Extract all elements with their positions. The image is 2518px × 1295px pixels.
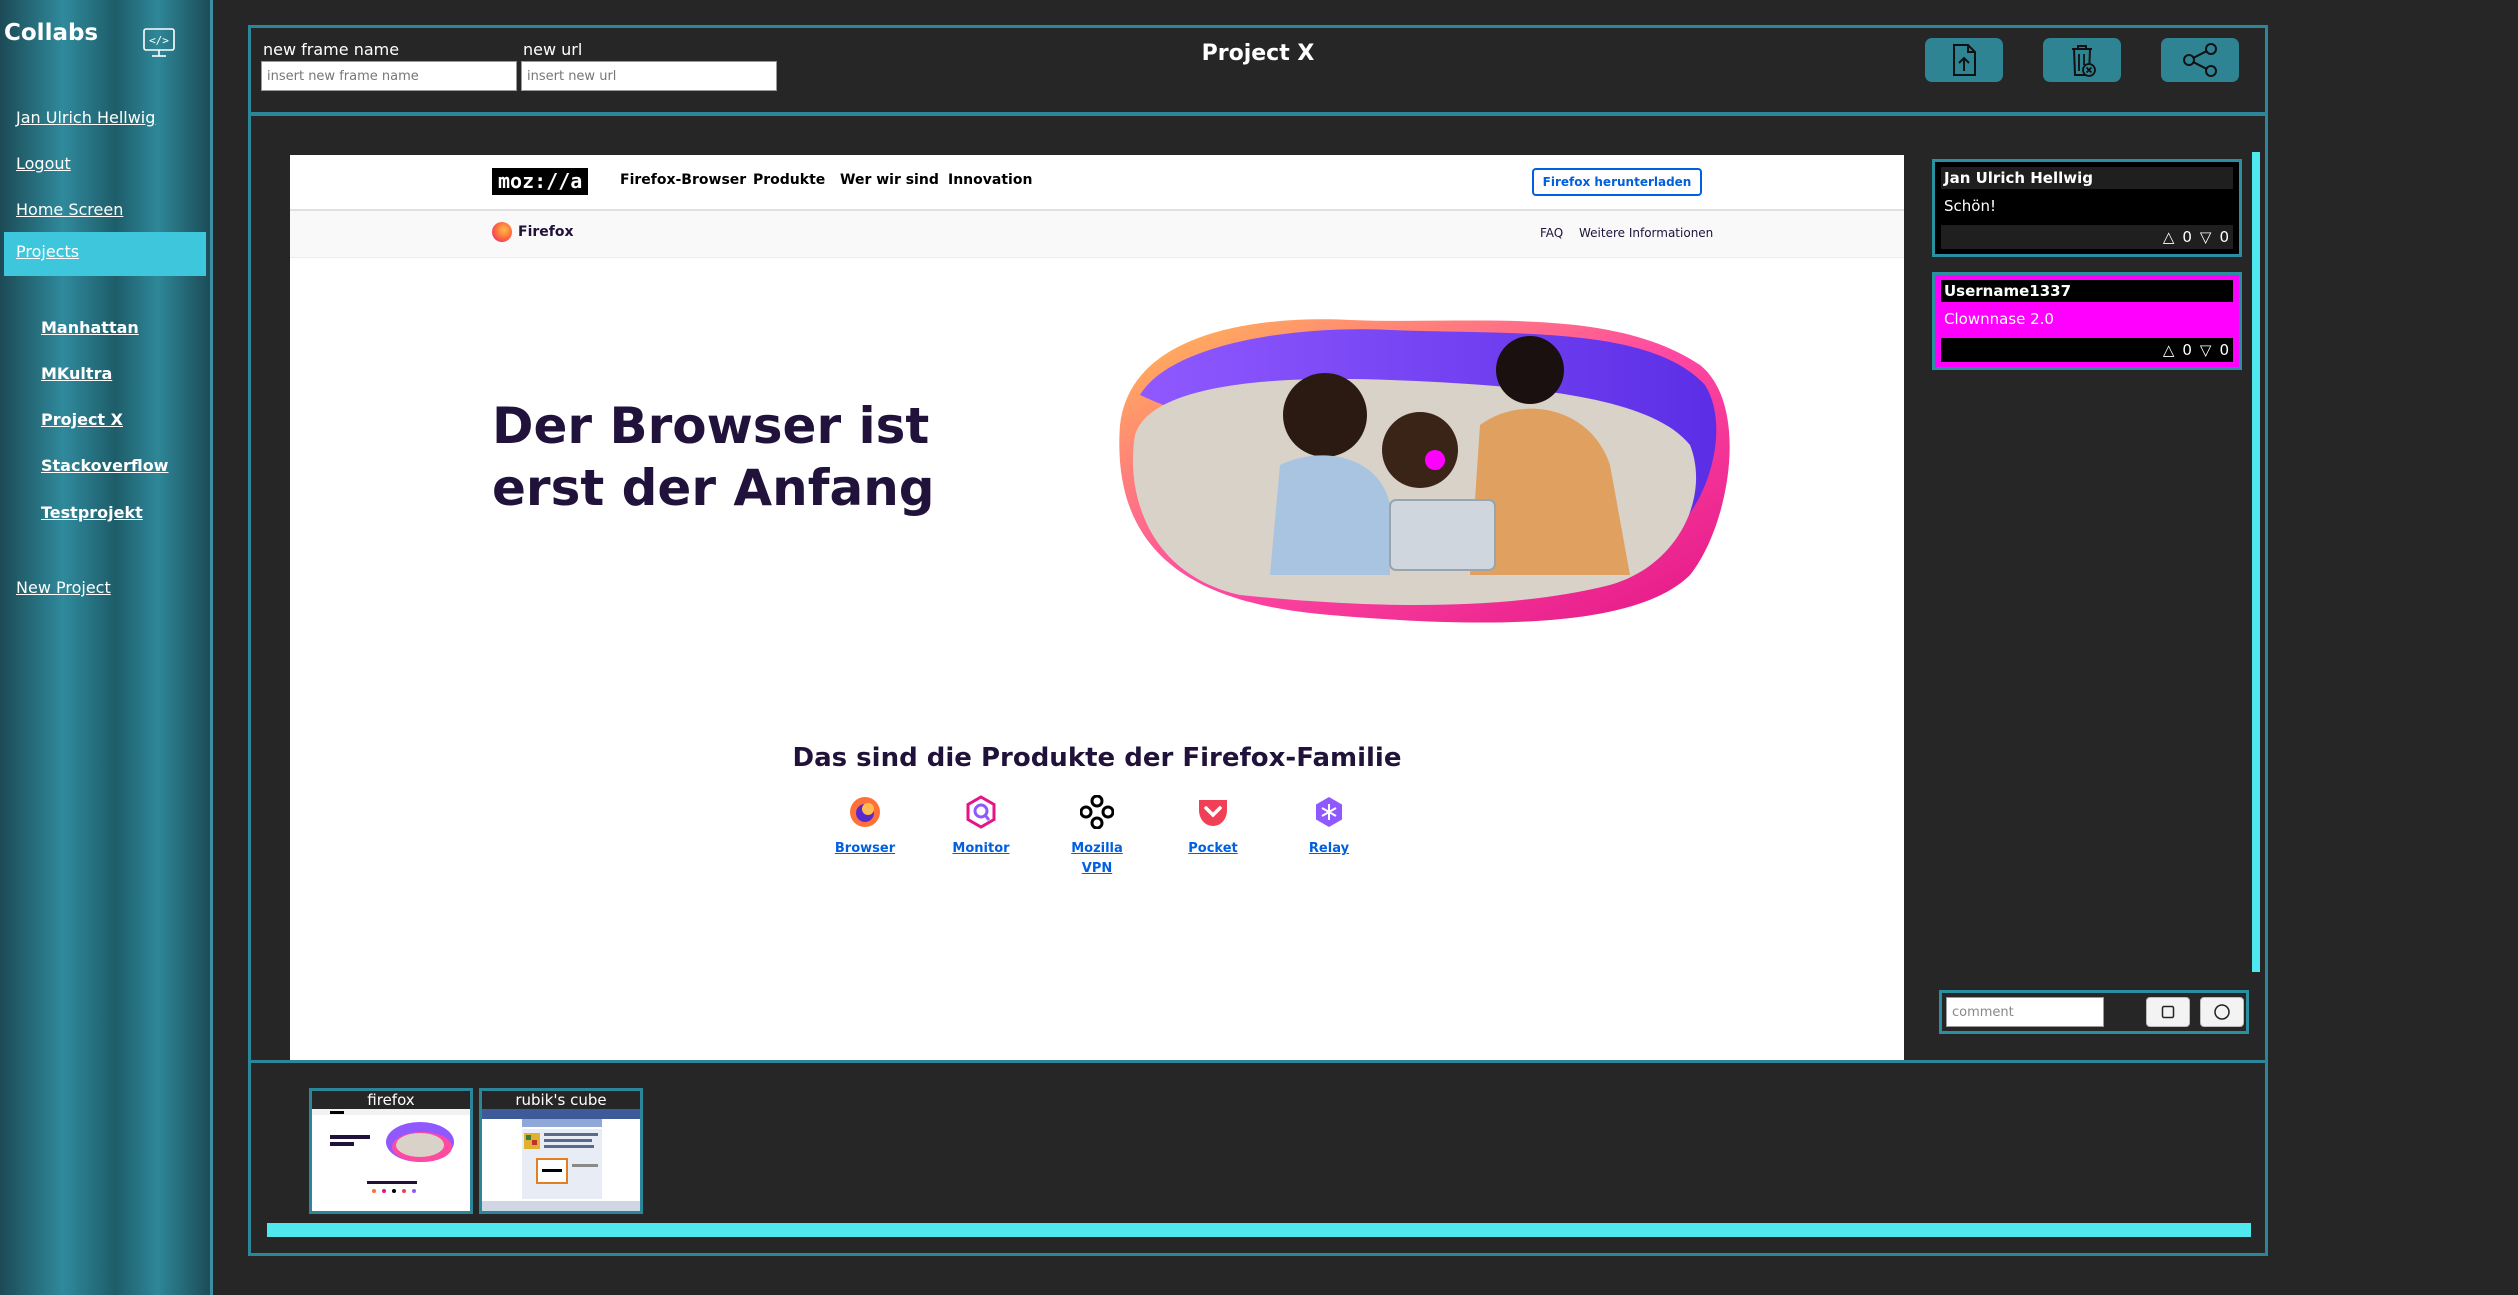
product-browser[interactable]: Browser: [825, 795, 905, 859]
product-pocket[interactable]: Pocket: [1173, 795, 1253, 859]
app-title: Collabs: [4, 20, 99, 46]
downvote-icon[interactable]: ▽: [2200, 228, 2212, 246]
website-frame[interactable]: moz://a Firefox-Browser Produkte Wer wir…: [290, 155, 1904, 1060]
downvote-count: 0: [2219, 228, 2229, 246]
logout-link[interactable]: Logout: [16, 154, 71, 173]
square-icon: [2161, 1005, 2175, 1019]
frame-thumbnail-preview: [482, 1109, 640, 1211]
frame-thumbnail-firefox[interactable]: firefox: [309, 1088, 473, 1214]
downvote-count: 0: [2219, 341, 2229, 359]
share-icon: [2183, 43, 2217, 77]
delete-button[interactable]: [2043, 38, 2121, 82]
monitor-icon: [966, 795, 996, 829]
comment-bar: [1939, 990, 2249, 1034]
mozilla-nav: moz://a Firefox-Browser Produkte Wer wir…: [290, 155, 1904, 211]
project-link-project-x[interactable]: Project X: [41, 410, 123, 429]
new-project-link[interactable]: New Project: [16, 578, 111, 597]
mozilla-logo[interactable]: moz://a: [492, 168, 589, 195]
product-vpn[interactable]: Mozilla VPN: [1057, 794, 1137, 879]
comment-user: Jan Ulrich Hellwig: [1941, 167, 2233, 189]
square-shape-button[interactable]: [2146, 997, 2190, 1027]
project-link-stackoverflow[interactable]: Stackoverflow: [41, 456, 168, 475]
more-info-link[interactable]: Weitere Informationen: [1579, 226, 1713, 240]
comment-input[interactable]: [1946, 997, 2104, 1027]
comment-votes: △ 0 ▽ 0: [1941, 338, 2233, 362]
product-monitor[interactable]: Monitor: [941, 795, 1021, 859]
relay-icon: [1316, 797, 1342, 827]
delete-trash-icon: [2072, 45, 2096, 77]
project-link-testprojekt[interactable]: Testprojekt: [41, 503, 143, 522]
firefox-logo-icon: [492, 222, 512, 242]
nav-firefox-browser[interactable]: Firefox-Browser: [620, 172, 746, 188]
hero-heading: Der Browser ist erst der Anfang: [492, 397, 935, 517]
circle-shape-button[interactable]: [2200, 997, 2244, 1027]
firefox-brand[interactable]: Firefox: [518, 224, 574, 240]
comment-text: Schön!: [1944, 197, 1996, 215]
comments-scrollbar[interactable]: [2252, 152, 2260, 972]
nav-wer-wir-sind[interactable]: Wer wir sind: [840, 172, 939, 188]
upvote-icon[interactable]: △: [2163, 341, 2175, 359]
firefox-subnav: Firefox FAQ Weitere Informationen: [290, 211, 1904, 258]
mozilla-vpn-icon: [1079, 794, 1115, 830]
upvote-icon[interactable]: △: [2163, 228, 2175, 246]
nav-produkte[interactable]: Produkte: [753, 172, 825, 188]
faq-link[interactable]: FAQ: [1540, 226, 1563, 240]
upload-file-icon: [1953, 44, 1976, 76]
home-screen-link[interactable]: Home Screen: [16, 200, 123, 219]
user-link[interactable]: Jan Ulrich Hellwig: [16, 108, 155, 127]
comment-votes: △ 0 ▽ 0: [1941, 225, 2233, 249]
nav-innovation[interactable]: Innovation: [948, 172, 1032, 188]
frames-scrollbar[interactable]: [267, 1223, 2251, 1237]
frame-thumbnail-preview: [312, 1109, 470, 1211]
frame-thumbnail-title: rubik's cube: [482, 1091, 640, 1109]
svg-text:</>: </>: [149, 34, 169, 47]
product-relay[interactable]: Relay: [1289, 795, 1369, 859]
product-monitor-label: Monitor: [952, 841, 1010, 856]
frame-thumbnail-rubiks-cube[interactable]: rubik's cube: [479, 1088, 643, 1214]
product-vpn-label: Mozilla VPN: [1071, 841, 1123, 876]
projects-link[interactable]: Projects: [4, 232, 206, 276]
upvote-count: 0: [2182, 341, 2192, 359]
firefox-browser-icon: [850, 797, 880, 827]
upvote-count: 0: [2182, 228, 2192, 246]
comment-user: Username1337: [1941, 280, 2233, 302]
project-link-manhattan[interactable]: Manhattan: [41, 318, 139, 337]
product-pocket-label: Pocket: [1188, 841, 1238, 856]
comment-card[interactable]: Username1337 Clownnase 2.0 △ 0 ▽ 0: [1932, 272, 2242, 370]
downvote-icon[interactable]: ▽: [2200, 341, 2212, 359]
pocket-icon: [1199, 800, 1227, 826]
code-icon[interactable]: </>: [142, 26, 176, 60]
frame-thumbnail-title: firefox: [312, 1091, 470, 1109]
project-link-mkultra[interactable]: MKultra: [41, 364, 112, 383]
products-heading: Das sind die Produkte der Firefox-Famili…: [792, 743, 1402, 773]
circle-icon: [2214, 1004, 2230, 1020]
top-bar: new frame name new url Project X: [248, 25, 2268, 115]
hero-family-image: [1119, 319, 1730, 623]
product-relay-label: Relay: [1308, 841, 1350, 856]
share-button[interactable]: [2161, 38, 2239, 82]
firefox-download-button[interactable]: Firefox herunterladen: [1532, 168, 1702, 196]
product-browser-label: Browser: [834, 841, 896, 856]
comment-text: Clownnase 2.0: [1944, 310, 2054, 328]
sidebar: Collabs </> Jan Ulrich Hellwig Logout Ho…: [0, 0, 213, 1295]
upload-button[interactable]: [1925, 38, 2003, 82]
comment-card[interactable]: Jan Ulrich Hellwig Schön! △ 0 ▽ 0: [1932, 159, 2242, 257]
